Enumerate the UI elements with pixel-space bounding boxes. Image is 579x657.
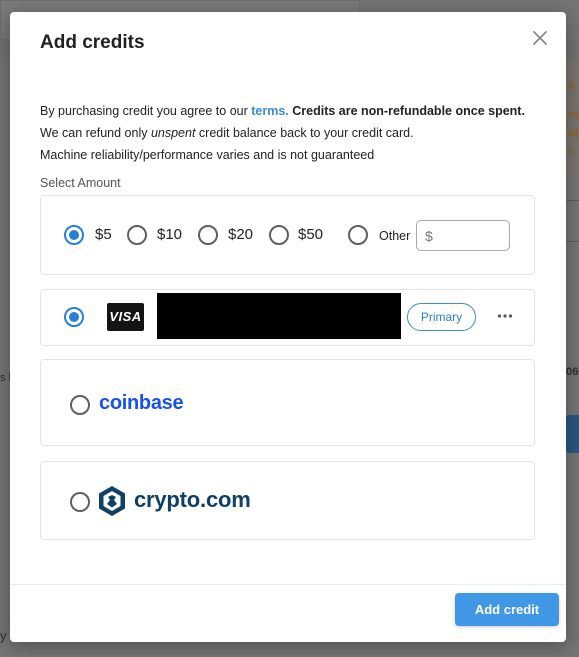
crypto-payment-option[interactable]: crypto.com bbox=[40, 461, 535, 540]
amount-label-10: $10 bbox=[157, 226, 183, 243]
refund-suffix: credit balance back to your credit card. bbox=[195, 126, 414, 140]
add-credits-modal: Add credits By purchasing credit you agr… bbox=[10, 12, 566, 642]
background-text: 060 bbox=[566, 366, 579, 378]
visa-icon: VISA bbox=[107, 303, 144, 331]
coinbase-logo: coinbase bbox=[99, 392, 184, 414]
amount-label-other: Other bbox=[379, 229, 411, 243]
close-icon bbox=[533, 31, 547, 45]
background-text: c bbox=[568, 143, 575, 157]
refund-text: We can refund only unspent credit balanc… bbox=[40, 126, 414, 140]
crypto-radio[interactable] bbox=[70, 492, 90, 512]
close-button[interactable] bbox=[530, 28, 550, 48]
amount-label-50: $50 bbox=[298, 226, 324, 243]
amount-label-5: $5 bbox=[95, 226, 112, 243]
amount-label-20: $20 bbox=[228, 226, 254, 243]
primary-badge: Primary bbox=[407, 303, 476, 331]
amount-radio-other[interactable] bbox=[348, 225, 368, 245]
crypto-com-logo-text: crypto.com bbox=[134, 487, 251, 512]
select-amount-label: Select Amount bbox=[40, 176, 121, 190]
terms-text: By purchasing credit you agree to our te… bbox=[40, 104, 525, 118]
modal-title: Add credits bbox=[40, 32, 145, 53]
card-payment-option[interactable]: VISA Primary bbox=[40, 289, 535, 346]
amount-radio-5[interactable] bbox=[64, 225, 84, 245]
footer-divider bbox=[10, 584, 566, 585]
amount-radio-10[interactable] bbox=[127, 225, 147, 245]
add-credit-button[interactable]: Add credit bbox=[455, 593, 559, 626]
coinbase-radio[interactable] bbox=[70, 395, 90, 415]
redacted-card-details bbox=[157, 293, 401, 339]
terms-prefix: By purchasing credit you agree to our bbox=[40, 104, 252, 118]
coinbase-payment-option[interactable]: coinbase bbox=[40, 359, 535, 446]
non-refundable-notice: Credits are non-refundable once spent. bbox=[292, 104, 525, 118]
reliability-text: Machine reliability/performance varies a… bbox=[40, 148, 375, 162]
amount-radio-20[interactable] bbox=[198, 225, 218, 245]
background-text: ed bbox=[568, 107, 579, 121]
amount-panel: $5 $10 $20 $50 Other bbox=[40, 195, 535, 275]
refund-emphasis: unspent bbox=[150, 126, 196, 140]
crypto-com-logo-icon bbox=[99, 486, 125, 516]
background-text: a bbox=[568, 78, 575, 92]
card-radio[interactable] bbox=[64, 307, 84, 327]
other-amount-input[interactable] bbox=[416, 220, 510, 251]
terms-link[interactable]: terms. bbox=[251, 104, 289, 118]
amount-radio-50[interactable] bbox=[269, 225, 289, 245]
background-button bbox=[566, 415, 579, 453]
ellipsis-icon bbox=[497, 314, 513, 318]
background-text: apl bbox=[568, 125, 579, 139]
background-text: y bbox=[0, 628, 7, 643]
more-options-button[interactable] bbox=[495, 306, 515, 326]
refund-prefix: We can refund only bbox=[40, 126, 151, 140]
